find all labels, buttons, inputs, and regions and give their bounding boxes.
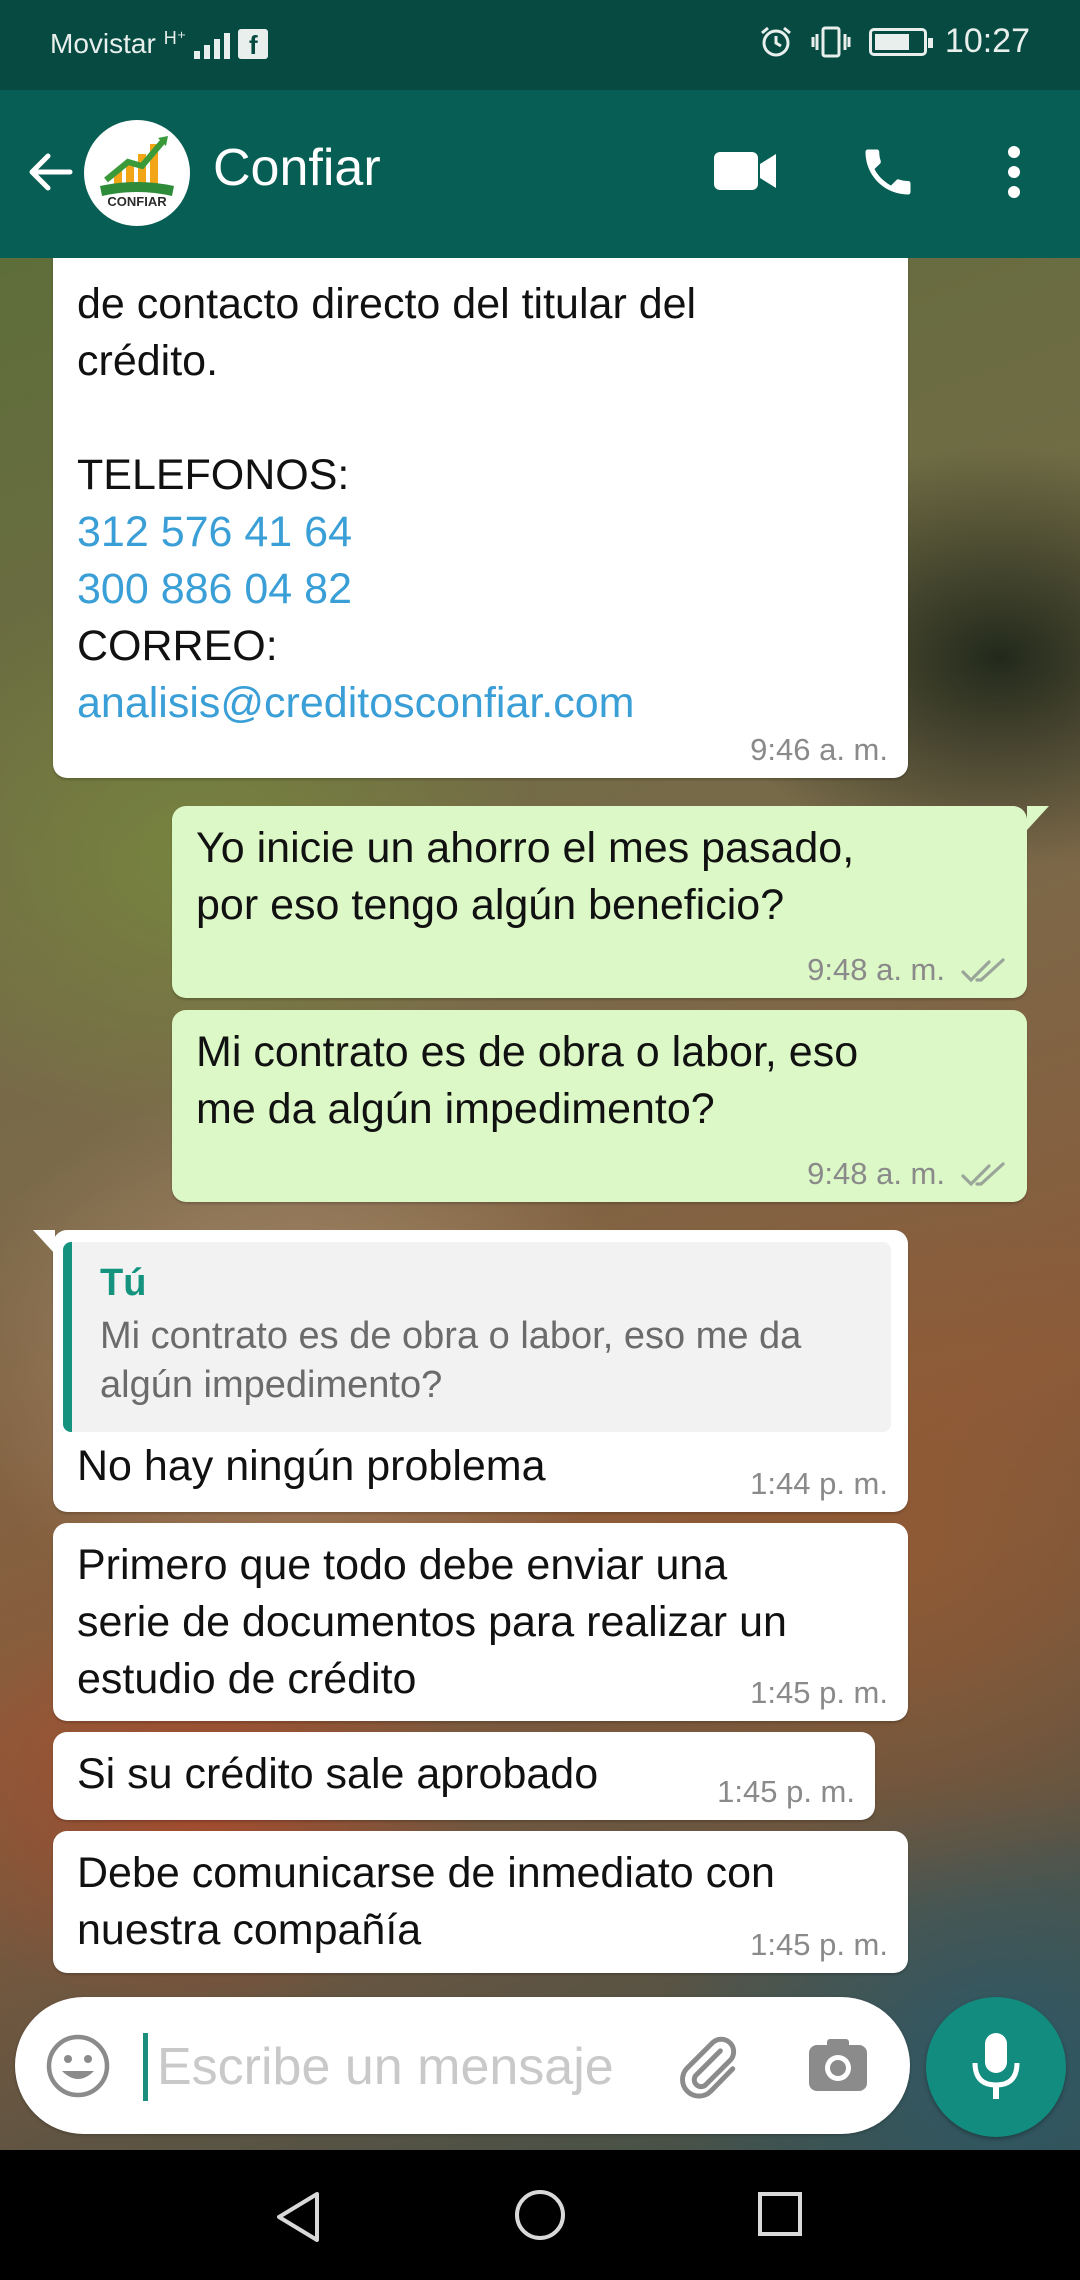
message-time: 9:46 a. m. [750,732,888,767]
system-nav-bar [0,2150,1080,2280]
quote-text-line: algún impedimento? [100,1364,443,1406]
signal-icon [194,29,231,59]
message-text-line: Yo inicie un ahorro el mes pasado, [196,824,855,872]
video-call-icon[interactable] [712,146,778,196]
message-time: 1:45 p. m. [750,1675,888,1710]
carrier-label: Movistar [50,28,156,59]
message-text-line: por eso tengo algún beneficio? [196,881,785,929]
status-bar: Movistar H⁺ f 10:27 [0,0,1080,90]
phone-link[interactable]: 312 576 41 64 [77,504,884,561]
back-arrow-icon[interactable] [20,142,80,202]
chat-header: CONFIAR Confiar [0,90,1080,258]
message-text-line: Debe comunicarse de inmediato con [77,1849,775,1897]
message-bubble-incoming[interactable]: Debe comunicarse de inmediato con nuestr… [53,1831,908,1973]
text-cursor [143,2033,148,2101]
clock: 10:27 [944,22,1030,60]
avatar[interactable]: CONFIAR [84,120,190,226]
email-link[interactable]: analisis@creditosconfiar.com [77,675,884,732]
attach-icon[interactable] [675,2033,741,2099]
more-vert-icon[interactable] [1000,142,1028,202]
quote-text-line: Mi contrato es de obra o labor, eso me d… [100,1315,802,1357]
status-left: Movistar H⁺ f [50,28,269,60]
message-input[interactable] [157,2027,657,2107]
avatar-text: CONFIAR [107,194,167,209]
message-bubble-incoming[interactable]: Tú Mi contrato es de obra o labor, eso m… [33,1230,908,1512]
nav-recent-icon[interactable] [756,2190,804,2238]
message-text-line: No hay ningún problema [77,1442,546,1490]
nav-back-icon[interactable] [273,2190,323,2244]
message-text-line: Mi contrato es de obra o labor, eso [196,1028,859,1076]
message-text-line: de contacto directo del titular del [77,280,697,328]
nav-home-icon[interactable] [513,2188,567,2242]
message-time: 1:44 p. m. [750,1466,888,1501]
message-text-line: serie de documentos para realizar un [77,1598,787,1646]
quote-author: Tú [100,1262,147,1304]
message-time: 9:48 a. m. [807,952,945,987]
message-text-line: Primero que todo debe enviar una [77,1541,728,1589]
message-text-line: CORREO: [77,622,278,670]
message-bubble-outgoing[interactable]: Mi contrato es de obra o labor, eso me d… [172,1010,1027,1202]
emoji-icon[interactable] [45,2033,111,2099]
status-right: 10:27 [759,22,1030,61]
battery-icon [868,27,933,56]
network-label: H⁺ [163,28,187,48]
message-text-line: crédito. [77,337,219,385]
facebook-icon: f [238,29,269,60]
message-text-line: me da algún impedimento? [196,1085,715,1133]
phone-icon[interactable] [858,142,918,202]
chat-area[interactable]: de contacto directo del titular del créd… [0,258,1080,2150]
message-bubble-incoming[interactable]: Primero que todo debe enviar una serie d… [53,1523,908,1721]
bubble-tail [33,1230,55,1254]
message-bubble-incoming[interactable]: Si su crédito sale aprobado 1:45 p. m. [53,1732,875,1820]
quoted-reply[interactable]: Tú Mi contrato es de obra o labor, eso m… [63,1242,891,1432]
message-composer[interactable] [15,1997,910,2134]
message-time: 1:45 p. m. [717,1774,855,1809]
phone-link[interactable]: 300 886 04 82 [77,561,884,618]
alarm-icon [760,26,791,56]
message-bubble-incoming[interactable]: de contacto directo del titular del créd… [53,258,908,778]
vibrate-icon [811,26,851,57]
camera-icon[interactable] [805,2033,871,2099]
message-bubble-outgoing[interactable]: Yo inicie un ahorro el mes pasado, por e… [172,806,1049,998]
contact-name[interactable]: Confiar [213,138,381,198]
double-check-icon [961,958,1005,983]
mic-button[interactable] [926,1997,1066,2137]
double-check-icon [961,1162,1005,1187]
message-time: 9:48 a. m. [807,1156,945,1191]
confiar-logo: CONFIAR [87,123,187,223]
mic-icon [972,2033,1020,2099]
message-time: 1:45 p. m. [750,1927,888,1962]
message-text-line: TELEFONOS: [77,451,350,499]
bubble-tail [1027,806,1049,830]
